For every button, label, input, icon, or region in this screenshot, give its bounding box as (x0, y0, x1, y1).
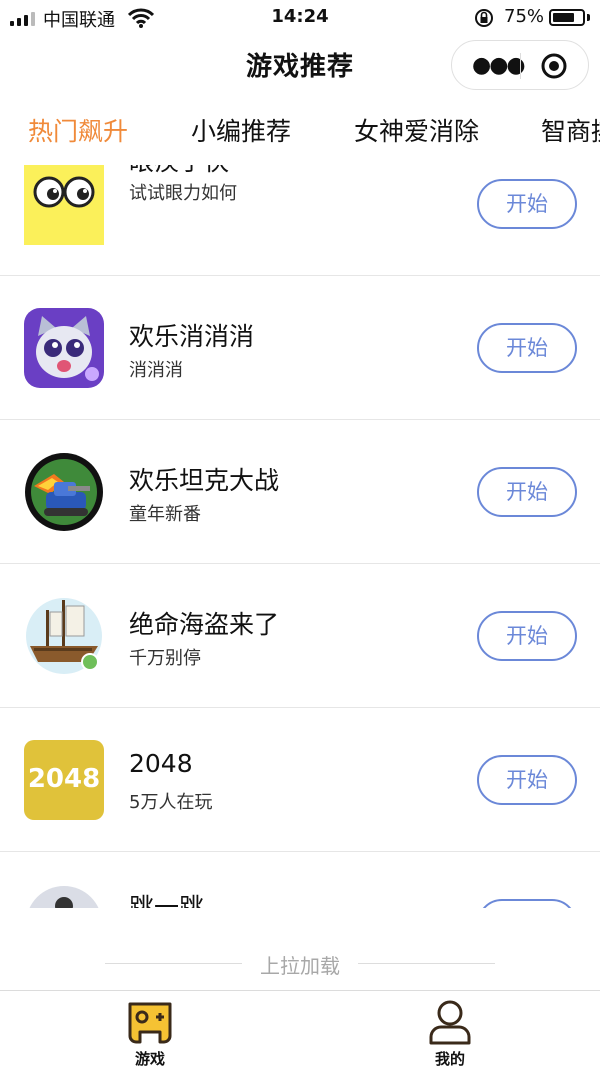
gamepad-icon (128, 1002, 172, 1044)
mini-program-capsule: ●●● (451, 40, 589, 90)
list-item[interactable]: 欢乐消消消 消消消 开始 (0, 276, 600, 420)
2048-icon: 2048 (24, 740, 104, 820)
tabbar-label: 游戏 (134, 1050, 165, 1068)
game-name: 跳一跳 (129, 893, 205, 908)
pirate-ship-icon (26, 598, 102, 674)
start-button[interactable] (477, 899, 577, 908)
tabbar-label: 我的 (434, 1050, 465, 1068)
tabbar-item-games[interactable]: 游戏 (90, 991, 210, 1068)
battery-icon (549, 9, 585, 26)
game-name: 眼疾手快 (129, 165, 229, 178)
tab-editor-picks[interactable]: 小编推荐 (191, 112, 291, 148)
eyes-icon (24, 165, 104, 245)
tabbar-item-mine[interactable]: 我的 (390, 991, 510, 1068)
rotation-lock-icon (475, 9, 493, 27)
load-more: 上拉加载 (0, 950, 600, 978)
game-name: 绝命海盗来了 (129, 610, 280, 639)
status-bar: 中国联通 14:24 75% (0, 0, 600, 36)
start-button[interactable]: 开始 (477, 755, 577, 805)
game-name: 2048 (129, 749, 193, 778)
start-button[interactable]: 开始 (477, 179, 577, 229)
load-more-label: 上拉加载 (260, 954, 340, 978)
tank-icon (25, 453, 103, 531)
list-item[interactable]: 2048 2048 5万人在玩 开始 (0, 708, 600, 852)
more-menu-icon[interactable]: ●●● (472, 53, 526, 78)
game-desc: 童年新番 (129, 504, 201, 525)
game-desc: 5万人在玩 (129, 792, 213, 813)
category-tabs: 热门飙升 小编推荐 女神爱消除 智商挑 (0, 112, 600, 158)
game-desc: 试试眼力如何 (129, 183, 237, 204)
start-button[interactable]: 开始 (477, 323, 577, 373)
list-item[interactable]: 绝命海盗来了 千万别停 开始 (0, 564, 600, 708)
user-icon (429, 1000, 471, 1045)
start-button[interactable]: 开始 (477, 467, 577, 517)
close-miniprogram-icon[interactable] (540, 52, 568, 80)
game-name: 欢乐消消消 (129, 322, 255, 351)
start-button[interactable]: 开始 (477, 611, 577, 661)
game-desc: 千万别停 (129, 648, 201, 669)
bottom-tab-bar: 游戏 我的 (0, 990, 600, 1068)
battery-percent: 75% (504, 6, 545, 27)
game-desc: 消消消 (129, 360, 183, 381)
list-item[interactable]: 跳一跳 (0, 852, 600, 908)
list-item[interactable]: 眼疾手快 试试眼力如何 开始 (0, 165, 600, 276)
game-list: 眼疾手快 试试眼力如何 开始 欢乐消消消 消消消 开始 (0, 165, 600, 908)
tab-iq-challenge[interactable]: 智商挑 (541, 112, 600, 148)
game-name: 欢乐坦克大战 (129, 466, 280, 495)
list-item[interactable]: 欢乐坦克大战 童年新番 开始 (0, 420, 600, 564)
cat-icon (24, 308, 104, 388)
tab-hot-rising[interactable]: 热门飙升 (28, 112, 128, 148)
jump-icon (29, 886, 99, 908)
tab-goddess-match[interactable]: 女神爱消除 (354, 112, 479, 148)
